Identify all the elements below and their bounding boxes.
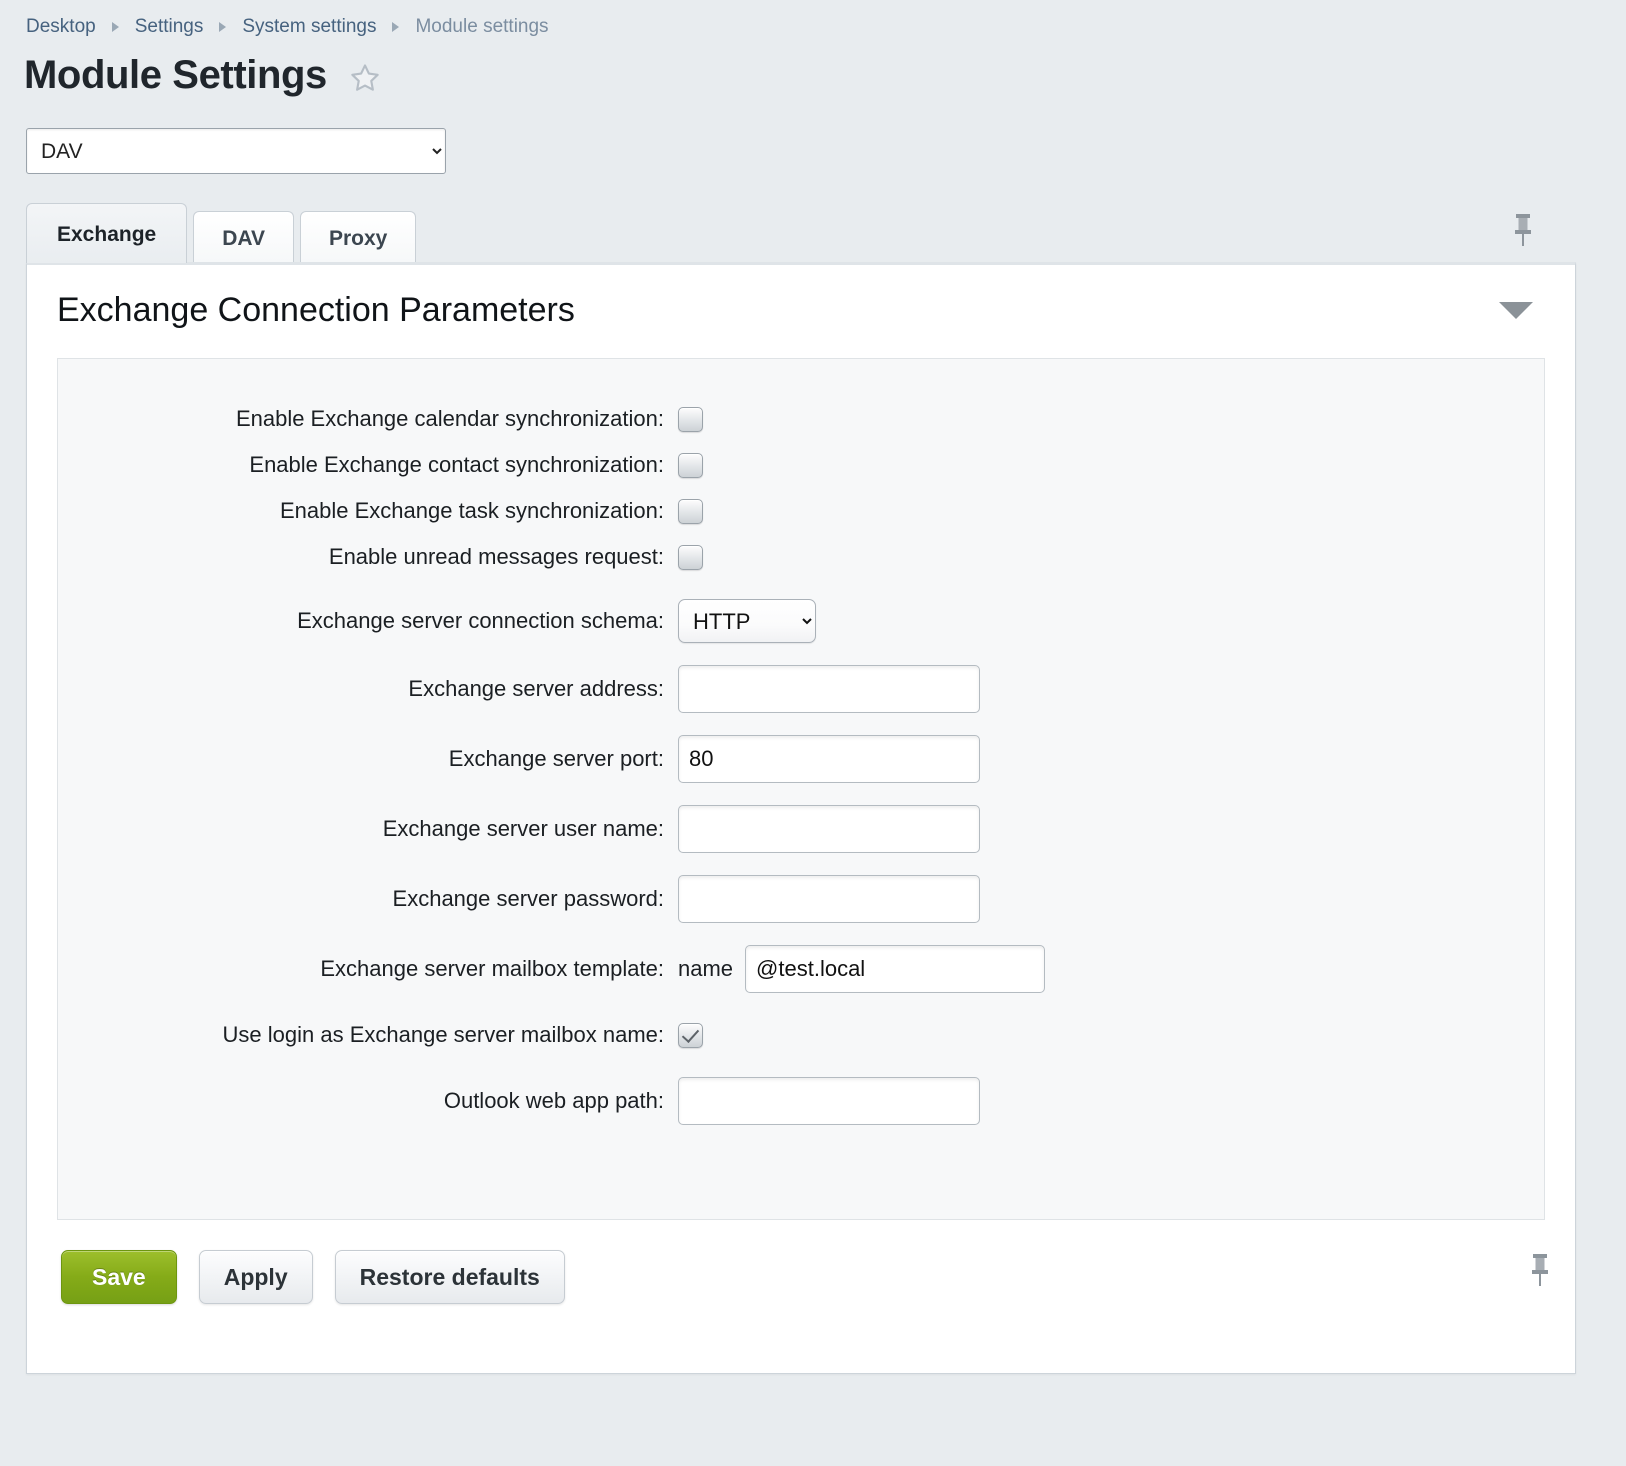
breadcrumb-item-settings[interactable]: Settings <box>135 16 204 38</box>
panel-header: Exchange Connection Parameters <box>27 265 1575 350</box>
tab-bar: Exchange DAV Proxy <box>0 200 1626 263</box>
input-server-address[interactable] <box>678 665 980 713</box>
select-connection-schema[interactable]: HTTP <box>678 599 816 643</box>
breadcrumb-item-system-settings[interactable]: System settings <box>242 16 376 38</box>
input-server-password[interactable] <box>678 875 980 923</box>
breadcrumb: Desktop Settings System settings Module … <box>0 0 1626 44</box>
tab-dav[interactable]: DAV <box>193 211 294 263</box>
pin-icon[interactable] <box>1529 1252 1551 1288</box>
breadcrumb-separator-icon <box>392 22 400 32</box>
mailbox-template-prefix: name <box>678 956 734 981</box>
form-row-server-password: Exchange server password: <box>58 875 1544 923</box>
form-row-server-username: Exchange server user name: <box>58 805 1544 853</box>
label-server-port: Exchange server port: <box>448 746 664 771</box>
label-server-password: Exchange server password: <box>392 886 664 911</box>
save-button[interactable]: Save <box>61 1250 177 1304</box>
form-row-use-login-as-mailbox: Use login as Exchange server mailbox nam… <box>58 1015 1544 1055</box>
label-owa-path: Outlook web app path: <box>443 1088 664 1113</box>
panel-title: Exchange Connection Parameters <box>57 291 575 329</box>
control-owa-path <box>678 1077 980 1125</box>
checkbox-task-sync[interactable] <box>678 498 703 524</box>
label-task-sync: Enable Exchange task synchronization: <box>279 498 664 523</box>
module-selector-wrap: DAV <box>0 106 1626 174</box>
chevron-down-icon[interactable] <box>1499 302 1533 319</box>
label-connection-schema: Exchange server connection schema: <box>297 608 664 633</box>
checkbox-contact-sync[interactable] <box>678 452 703 478</box>
label-contact-sync: Enable Exchange contact synchronization: <box>249 452 664 477</box>
control-unread-request <box>678 544 703 570</box>
label-unread-request: Enable unread messages request: <box>328 544 664 569</box>
pin-icon[interactable] <box>1512 212 1534 248</box>
tab-proxy[interactable]: Proxy <box>300 211 417 263</box>
control-connection-schema: HTTP <box>678 599 816 643</box>
panel-footer: Save Apply Restore defaults <box>27 1220 1575 1304</box>
form-row-server-port: Exchange server port: <box>58 735 1544 783</box>
page-title: Module Settings <box>24 52 327 97</box>
star-icon[interactable] <box>349 62 381 94</box>
form-row-calendar-sync: Enable Exchange calendar synchronization… <box>58 399 1544 439</box>
form-row-task-sync: Enable Exchange task synchronization: <box>58 491 1544 531</box>
input-mailbox-template[interactable] <box>745 945 1046 993</box>
label-server-username: Exchange server user name: <box>382 816 664 841</box>
control-calendar-sync <box>678 406 703 432</box>
form-row-owa-path: Outlook web app path: <box>58 1077 1544 1125</box>
input-server-username[interactable] <box>678 805 980 853</box>
form-fieldset: Enable Exchange calendar synchronization… <box>57 358 1545 1220</box>
control-task-sync <box>678 498 703 524</box>
control-use-login-as-mailbox <box>678 1022 703 1048</box>
form-row-connection-schema: Exchange server connection schema: HTTP <box>58 599 1544 643</box>
label-use-login-as-mailbox: Use login as Exchange server mailbox nam… <box>222 1022 664 1047</box>
breadcrumb-item-module-settings: Module settings <box>415 16 549 37</box>
settings-panel: Exchange Connection Parameters Enable Ex… <box>26 262 1576 1374</box>
apply-button[interactable]: Apply <box>198 1250 313 1304</box>
control-server-username <box>678 805 980 853</box>
label-calendar-sync: Enable Exchange calendar synchronization… <box>235 406 664 431</box>
restore-defaults-button[interactable]: Restore defaults <box>334 1250 565 1304</box>
checkbox-calendar-sync[interactable] <box>678 406 703 432</box>
input-owa-path[interactable] <box>678 1077 980 1125</box>
control-server-address <box>678 665 980 713</box>
label-mailbox-template: Exchange server mailbox template: <box>320 956 664 981</box>
module-select[interactable]: DAV <box>26 128 446 174</box>
input-server-port[interactable] <box>678 735 980 783</box>
tab-exchange[interactable]: Exchange <box>26 203 188 263</box>
control-server-port <box>678 735 980 783</box>
form-row-mailbox-template: Exchange server mailbox template: name <box>58 945 1544 993</box>
checkbox-use-login-as-mailbox[interactable] <box>678 1022 703 1048</box>
breadcrumb-separator-icon <box>111 22 119 32</box>
form-row-contact-sync: Enable Exchange contact synchronization: <box>58 445 1544 485</box>
control-mailbox-template: name <box>678 945 1046 993</box>
control-contact-sync <box>678 452 703 478</box>
page-title-row: Module Settings <box>0 44 1626 106</box>
breadcrumb-item-desktop[interactable]: Desktop <box>26 16 96 38</box>
label-server-address: Exchange server address: <box>408 676 664 701</box>
breadcrumb-separator-icon <box>219 22 227 32</box>
checkbox-unread-request[interactable] <box>678 544 703 570</box>
form-row-unread-request: Enable unread messages request: <box>58 537 1544 577</box>
form-row-server-address: Exchange server address: <box>58 665 1544 713</box>
control-server-password <box>678 875 980 923</box>
